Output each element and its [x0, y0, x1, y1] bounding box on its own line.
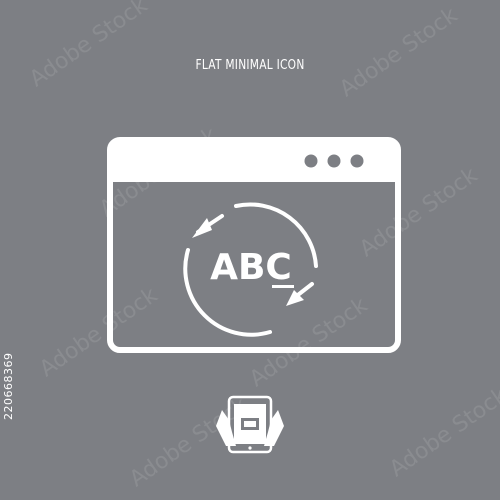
window-dots-icon	[304, 154, 364, 168]
abc-underline	[272, 285, 294, 288]
tablet-hands-icon	[216, 395, 284, 454]
icon-abc-text: ABC	[210, 247, 292, 288]
browser-window-icon	[107, 137, 401, 353]
icon-canvas: ABC	[107, 137, 401, 454]
stock-id-text: 220668369	[2, 352, 15, 421]
